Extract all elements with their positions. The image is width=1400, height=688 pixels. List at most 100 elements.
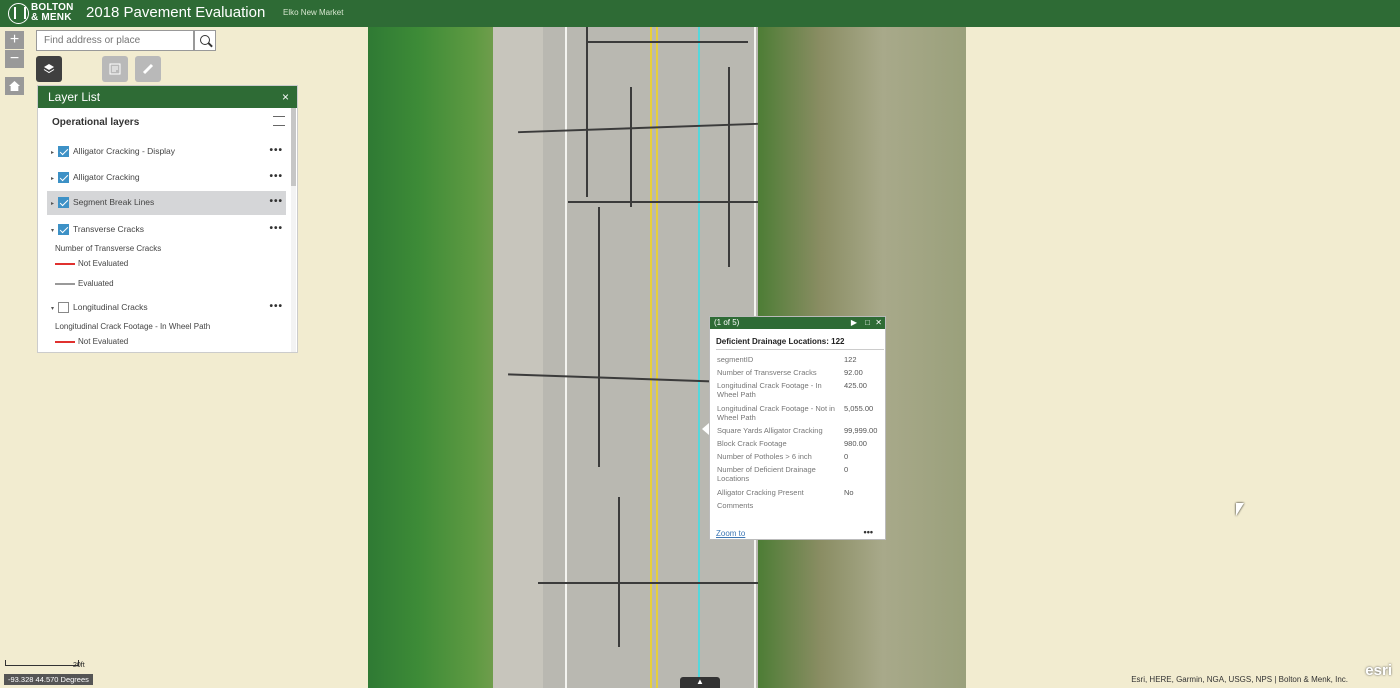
crack (538, 582, 758, 584)
logo-text: BOLTON & MENK (31, 3, 74, 23)
scrollbar-thumb[interactable] (291, 108, 296, 186)
legend-swatch-gray (55, 283, 75, 285)
attribute-key: Longitudinal Crack Footage - Not in Whee… (717, 404, 835, 422)
attribute-value: 92.00 (844, 368, 863, 377)
layer-item[interactable]: ▾ Transverse Cracks ••• (47, 218, 286, 242)
attribute-key: Alligator Cracking Present (717, 488, 804, 497)
zoom-in-button[interactable]: + (5, 31, 24, 49)
maximize-icon[interactable]: □ (865, 318, 870, 327)
crack (588, 41, 748, 43)
attribute-key: Block Crack Footage (717, 439, 787, 448)
popup-header: (1 of 5) ▶ □ ✕ (710, 317, 885, 329)
layer-label: Alligator Cracking (73, 172, 140, 182)
crack (586, 27, 588, 197)
legend-button[interactable] (102, 56, 128, 82)
measure-button[interactable] (135, 56, 161, 82)
collapse-icon[interactable]: ▾ (51, 305, 54, 312)
popup-title: Deficient Drainage Locations: 122 (716, 337, 845, 346)
ruler-icon (142, 63, 154, 75)
divider (716, 349, 884, 350)
attribute-value: 425.00 (844, 381, 867, 390)
collapse-icon[interactable]: ▾ (51, 227, 54, 234)
home-icon (9, 81, 20, 91)
attribute-key: Longitudinal Crack Footage - In Wheel Pa… (717, 381, 822, 399)
home-button[interactable] (5, 77, 24, 95)
layer-label: Segment Break Lines (73, 197, 155, 207)
attribute-key: Number of Deficient Drainage Locations (717, 465, 816, 483)
popup-counter: (1 of 5) (714, 318, 740, 327)
legend-title: Longitudinal Crack Footage - In Wheel Pa… (55, 322, 211, 331)
attribute-key: Comments (717, 501, 754, 510)
feature-popup: (1 of 5) ▶ □ ✕ Deficient Drainage Locati… (709, 316, 886, 540)
attribute-key: Number of Potholes > 6 inch (717, 452, 812, 461)
layer-options-icon[interactable]: ••• (269, 223, 283, 234)
app-title: 2018 Pavement Evaluation (86, 4, 266, 21)
operational-layers-heading: Operational layers (52, 117, 140, 128)
layer-item[interactable]: ▸ Alligator Cracking ••• (47, 166, 286, 190)
map-grass-left (368, 27, 493, 688)
search-icon[interactable] (194, 30, 216, 51)
layer-item[interactable]: ▾ Longitudinal Cracks ••• (47, 296, 286, 320)
layer-options-icon[interactable]: ••• (269, 196, 283, 207)
layer-label: Transverse Cracks (73, 224, 145, 234)
popup-pointer (702, 423, 709, 435)
expand-icon[interactable]: ▸ (51, 175, 54, 182)
layer-checkbox[interactable] (58, 172, 69, 183)
layer-options-icon[interactable]: ••• (269, 145, 283, 156)
attribute-key: segmentID (717, 355, 754, 364)
app-subtitle[interactable]: Elko New Market (283, 8, 343, 17)
road-edge-line (565, 27, 567, 688)
close-icon[interactable]: ✕ (875, 318, 882, 327)
layer-list-header: Layer List × (38, 86, 297, 108)
zoom-to-link[interactable]: Zoom to (716, 529, 745, 538)
zoom-out-button[interactable]: − (5, 50, 24, 68)
attribute-value: 122 (844, 355, 857, 364)
next-icon[interactable]: ▶ (851, 318, 857, 327)
legend-swatch-red (55, 341, 75, 343)
legend-label: Not Evaluated (78, 259, 129, 268)
crack (598, 207, 600, 467)
legend-swatch-red (55, 263, 75, 265)
esri-logo: esri (1365, 662, 1392, 679)
layer-item[interactable]: ▸ Segment Break Lines ••• (47, 191, 286, 215)
attribute-key: Square Yards Alligator Cracking (717, 426, 823, 435)
layer-list-panel: Layer List × Operational layers ▸ Alliga… (37, 85, 298, 353)
attribute-value: 99,999.00 (844, 426, 878, 435)
expand-icon[interactable]: ▸ (51, 149, 54, 156)
attribute-key: Number of Transverse Cracks (717, 368, 817, 377)
layer-checkbox[interactable] (58, 302, 69, 313)
attribute-value: 980.00 (844, 439, 867, 448)
legend-label: Not Evaluated (78, 337, 129, 346)
map-shoulder-left (493, 27, 543, 688)
layer-checkbox[interactable] (58, 224, 69, 235)
layer-checkbox[interactable] (58, 197, 69, 208)
layer-options-icon[interactable]: ••• (269, 301, 283, 312)
attribute-value: 0 (844, 465, 849, 474)
attribute-table-toggle[interactable]: ▲ (680, 677, 720, 688)
app-header: BOLTON & MENK 2018 Pavement Evaluation E… (0, 0, 1400, 27)
popup-options-icon[interactable]: ••• (864, 527, 873, 537)
crack (618, 497, 620, 647)
coordinate-readout[interactable]: -93.328 44.570 Degrees (4, 674, 93, 685)
scale-bar (5, 660, 79, 666)
bolton-menk-logo-icon (8, 3, 29, 24)
legend-title: Number of Transverse Cracks (55, 244, 162, 253)
attribute-value: 5,055.00 (844, 404, 874, 413)
layer-options-icon[interactable]: ••• (269, 171, 283, 182)
search-input[interactable] (36, 30, 194, 51)
attribute-value: 0 (844, 452, 849, 461)
map-attribution: Esri, HERE, Garmin, NGA, USGS, NPS | Bol… (1131, 675, 1348, 684)
layer-checkbox[interactable] (58, 146, 69, 157)
expand-icon[interactable]: ▸ (51, 200, 54, 207)
scale-label: 20ft (73, 662, 85, 669)
layer-list-button[interactable] (36, 56, 62, 82)
layers-icon (43, 64, 55, 74)
layer-item[interactable]: ▸ Alligator Cracking - Display ••• (47, 140, 286, 164)
filter-icon[interactable] (273, 116, 285, 126)
crack (630, 87, 632, 207)
crack (728, 67, 730, 267)
logo-line-2: & MENK (31, 12, 72, 23)
layer-label: Longitudinal Cracks (73, 302, 148, 312)
close-icon[interactable]: × (282, 90, 289, 104)
layer-list-title: Layer List (48, 90, 101, 104)
